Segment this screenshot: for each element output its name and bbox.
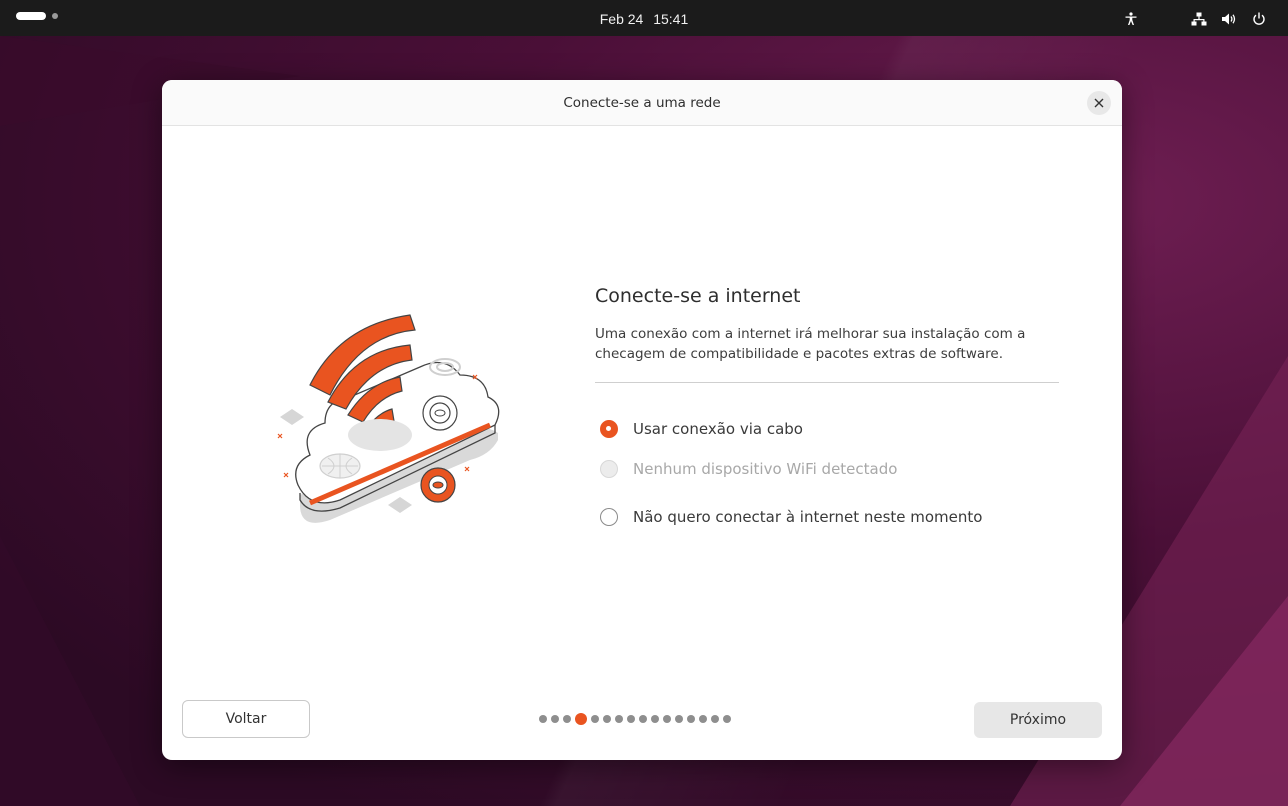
clock[interactable]: Feb 24 15:41 (0, 0, 1288, 36)
system-tray[interactable] (1122, 10, 1268, 28)
option-label-wired: Usar conexão via cabo (633, 420, 803, 438)
step-dot (651, 715, 659, 723)
option-wired-connection[interactable]: Usar conexão via cabo (600, 420, 803, 438)
step-dot (539, 715, 547, 723)
step-dot (591, 715, 599, 723)
step-dot (663, 715, 671, 723)
option-label-no-connection: Não quero conectar à internet neste mome… (633, 508, 983, 526)
radio-wired-connection[interactable] (600, 420, 618, 438)
volume-icon[interactable] (1220, 10, 1238, 28)
step-dot (675, 715, 683, 723)
page-description: Uma conexão com a internet irá melhorar … (595, 324, 1059, 364)
installer-dialog: Conecte-se a uma rede Conecte-se a inter… (162, 80, 1122, 760)
clock-time: 15:41 (653, 11, 689, 27)
close-button[interactable] (1087, 91, 1111, 115)
radio-no-connection[interactable] (600, 508, 618, 526)
close-icon (1094, 98, 1104, 108)
next-button[interactable]: Próximo (974, 702, 1102, 738)
network-wired-icon[interactable] (1190, 10, 1208, 28)
step-dot (711, 715, 719, 723)
back-button[interactable]: Voltar (182, 700, 310, 738)
top-bar: Feb 24 15:41 (0, 0, 1288, 36)
divider (595, 382, 1059, 383)
step-dot (551, 715, 559, 723)
step-dot (699, 715, 707, 723)
option-no-connection[interactable]: Não quero conectar à internet neste mome… (600, 508, 982, 526)
radio-wifi (600, 460, 618, 478)
step-dot (563, 715, 571, 723)
page-heading: Conecte-se a internet (595, 285, 801, 307)
description-line-1: Uma conexão com a internet irá melhorar … (595, 326, 1026, 342)
description-line-2: checagem de compatibilidade e pacotes ex… (595, 346, 1003, 362)
accessibility-icon[interactable] (1122, 10, 1140, 28)
step-dot (687, 715, 695, 723)
step-dot (627, 715, 635, 723)
step-dot (603, 715, 611, 723)
step-indicator (539, 713, 731, 725)
dialog-header: Conecte-se a uma rede (162, 80, 1122, 126)
network-illustration (277, 314, 500, 523)
dialog-title: Conecte-se a uma rede (563, 95, 721, 111)
step-dot-active (575, 713, 587, 725)
step-dot (615, 715, 623, 723)
step-dot (639, 715, 647, 723)
content-panel: Conecte-se a internet Uma conexão com a … (595, 285, 1059, 526)
clock-date: Feb 24 (599, 11, 644, 27)
option-label-wifi: Nenhum dispositivo WiFi detectado (633, 460, 898, 478)
power-icon[interactable] (1250, 10, 1268, 28)
step-dot (723, 715, 731, 723)
option-wifi: Nenhum dispositivo WiFi detectado (600, 460, 897, 478)
